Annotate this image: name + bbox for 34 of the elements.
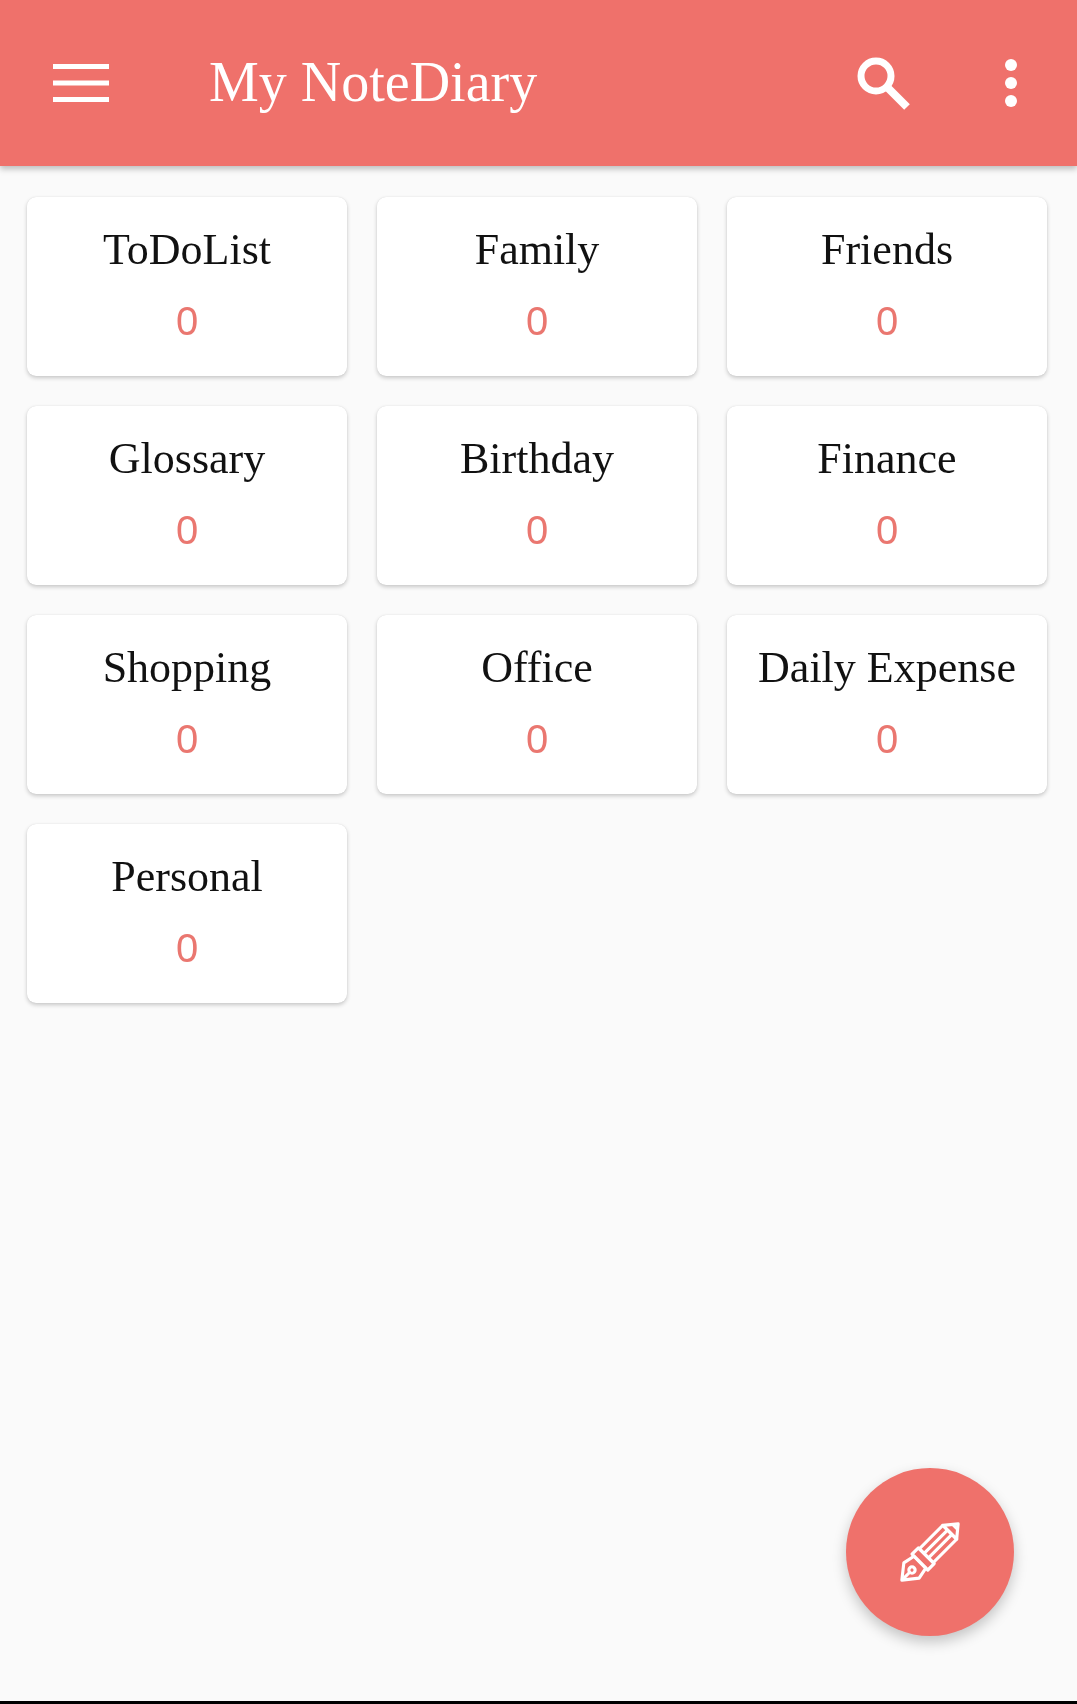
category-name: Shopping <box>102 642 272 694</box>
category-card[interactable]: Friends 0 <box>727 197 1047 376</box>
category-card[interactable]: Daily Expense 0 <box>727 615 1047 794</box>
note-count: 0 <box>875 718 899 759</box>
category-name: Family <box>474 224 600 276</box>
note-count: 0 <box>525 300 549 341</box>
category-card[interactable]: Shopping 0 <box>27 615 347 794</box>
note-count: 0 <box>525 509 549 550</box>
category-card[interactable]: Family 0 <box>377 197 697 376</box>
note-count: 0 <box>175 927 199 968</box>
search-icon[interactable] <box>857 56 910 110</box>
category-name: Personal <box>111 851 263 903</box>
more-options-icon[interactable] <box>1005 59 1017 107</box>
category-name: Birthday <box>460 433 614 485</box>
category-card[interactable]: Finance 0 <box>727 406 1047 585</box>
note-count: 0 <box>175 509 199 550</box>
category-card[interactable]: Office 0 <box>377 615 697 794</box>
category-name: Glossary <box>108 433 266 485</box>
category-name: Office <box>481 642 593 694</box>
category-name: Daily Expense <box>758 642 1016 694</box>
note-count: 0 <box>875 509 899 550</box>
note-count: 0 <box>875 300 899 341</box>
note-count: 0 <box>525 718 549 759</box>
note-count: 0 <box>175 300 199 341</box>
category-name: ToDoList <box>103 224 271 276</box>
category-card[interactable]: Glossary 0 <box>27 406 347 585</box>
menu-icon[interactable] <box>53 64 109 102</box>
category-card[interactable]: ToDoList 0 <box>27 197 347 376</box>
category-card[interactable]: Birthday 0 <box>377 406 697 585</box>
category-name: Finance <box>817 433 957 485</box>
note-count: 0 <box>175 718 199 759</box>
app-title: My NoteDiary <box>209 50 538 116</box>
category-card[interactable]: Personal 0 <box>27 824 347 1003</box>
category-name: Friends <box>821 224 953 276</box>
